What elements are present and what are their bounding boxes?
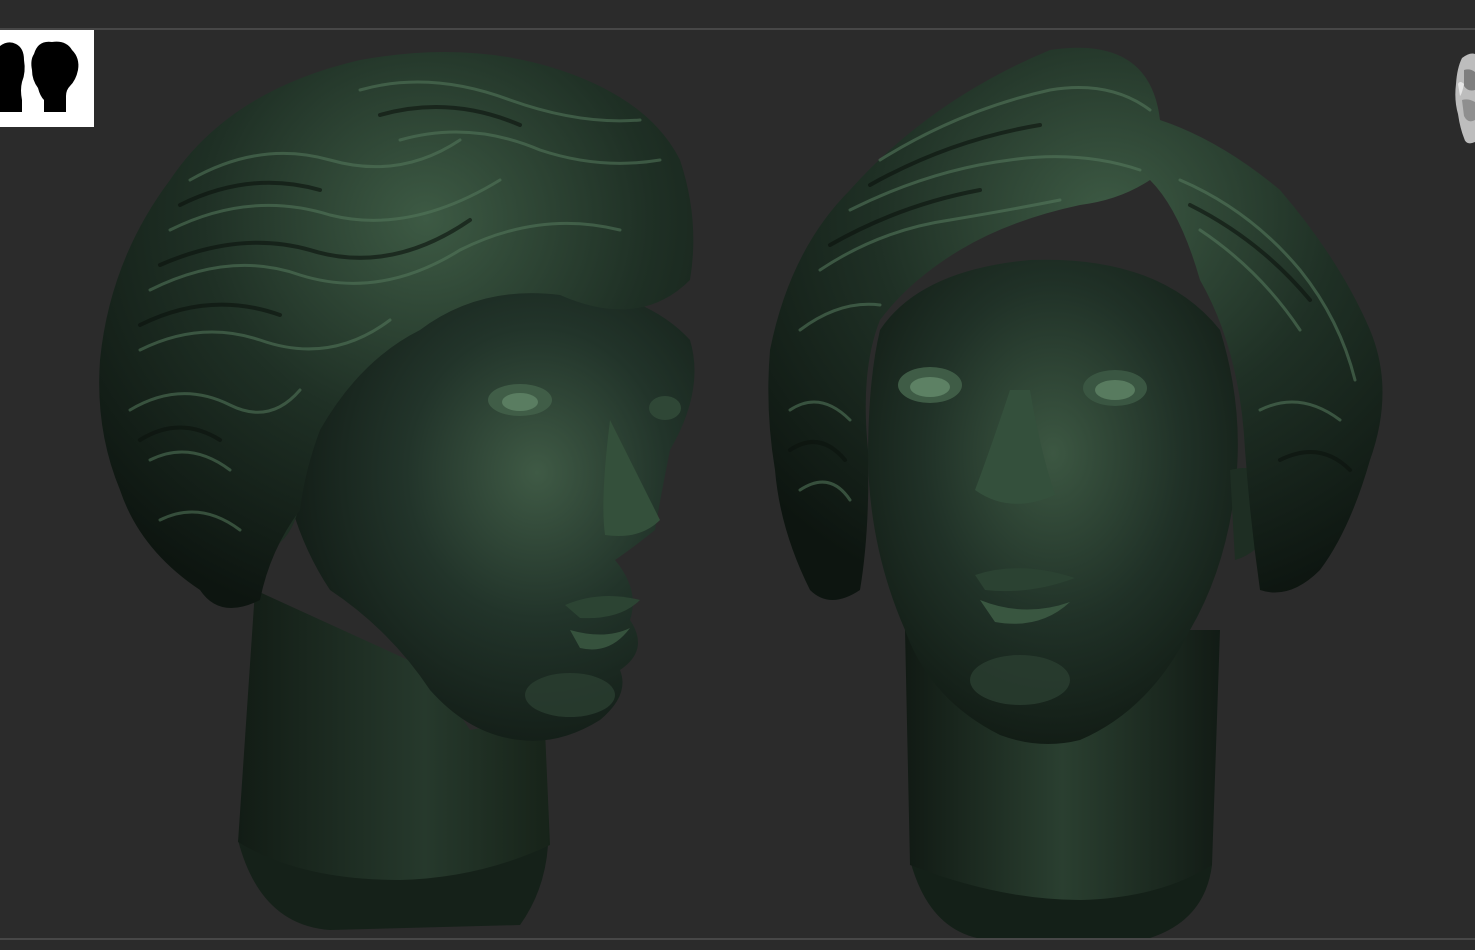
viewport-bottom-border bbox=[0, 938, 1475, 940]
sculpted-head-three-quarter[interactable] bbox=[99, 52, 695, 930]
sculpted-head-front[interactable] bbox=[768, 47, 1383, 938]
silhouette-thumbnail-icon bbox=[0, 41, 79, 112]
sculpt-viewport[interactable] bbox=[0, 0, 1475, 950]
model-canvas[interactable] bbox=[0, 30, 1475, 938]
silhouette-thumbnail[interactable] bbox=[0, 30, 94, 127]
head-navigation-icon bbox=[1455, 53, 1475, 144]
navigation-widget[interactable] bbox=[1452, 50, 1475, 150]
